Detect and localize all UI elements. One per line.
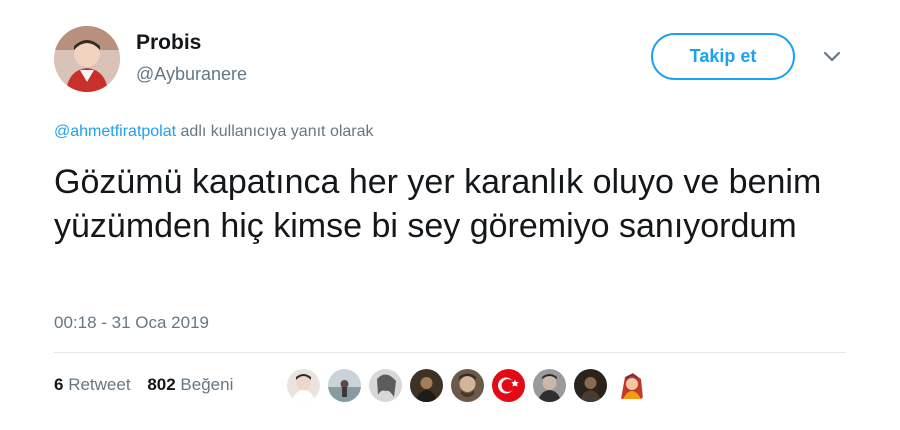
follow-button[interactable]: Takip et (651, 33, 795, 80)
retweet-label: Retweet (68, 375, 131, 394)
reply-context-label: adlı kullanıcıya yanıt olarak (176, 123, 374, 140)
tweet-stats: 6 Retweet 802 Beğeni (54, 375, 233, 395)
liker-avatar[interactable] (287, 369, 320, 402)
liker-avatar[interactable] (574, 369, 607, 402)
chevron-down-icon[interactable] (822, 50, 842, 64)
display-name[interactable]: Probis (136, 31, 201, 55)
reply-mention-link[interactable]: @ahmetfiratpolat (54, 123, 176, 140)
reply-context: @ahmetfiratpolat adlı kullanıcıya yanıt … (54, 123, 374, 141)
liker-avatar[interactable] (410, 369, 443, 402)
avatar[interactable] (54, 26, 120, 92)
like-count-link[interactable]: 802 Beğeni (147, 375, 233, 394)
retweet-count-link[interactable]: 6 Retweet (54, 375, 131, 394)
divider (54, 352, 846, 353)
like-count: 802 (147, 375, 176, 394)
liker-avatar[interactable] (451, 369, 484, 402)
tweet-timestamp[interactable]: 00:18 - 31 Oca 2019 (54, 313, 209, 333)
liker-avatar[interactable] (328, 369, 361, 402)
liker-avatar[interactable] (369, 369, 402, 402)
liker-avatar[interactable] (492, 369, 525, 402)
user-handle[interactable]: @Ayburanere (136, 64, 247, 85)
retweet-count: 6 (54, 375, 64, 394)
liker-avatar[interactable] (615, 369, 648, 402)
tweet-text: Gözümü kapatınca her yer karanlık oluyo … (54, 163, 822, 245)
liker-avatars (287, 369, 656, 405)
like-label: Beğeni (180, 375, 234, 394)
liker-avatar[interactable] (533, 369, 566, 402)
